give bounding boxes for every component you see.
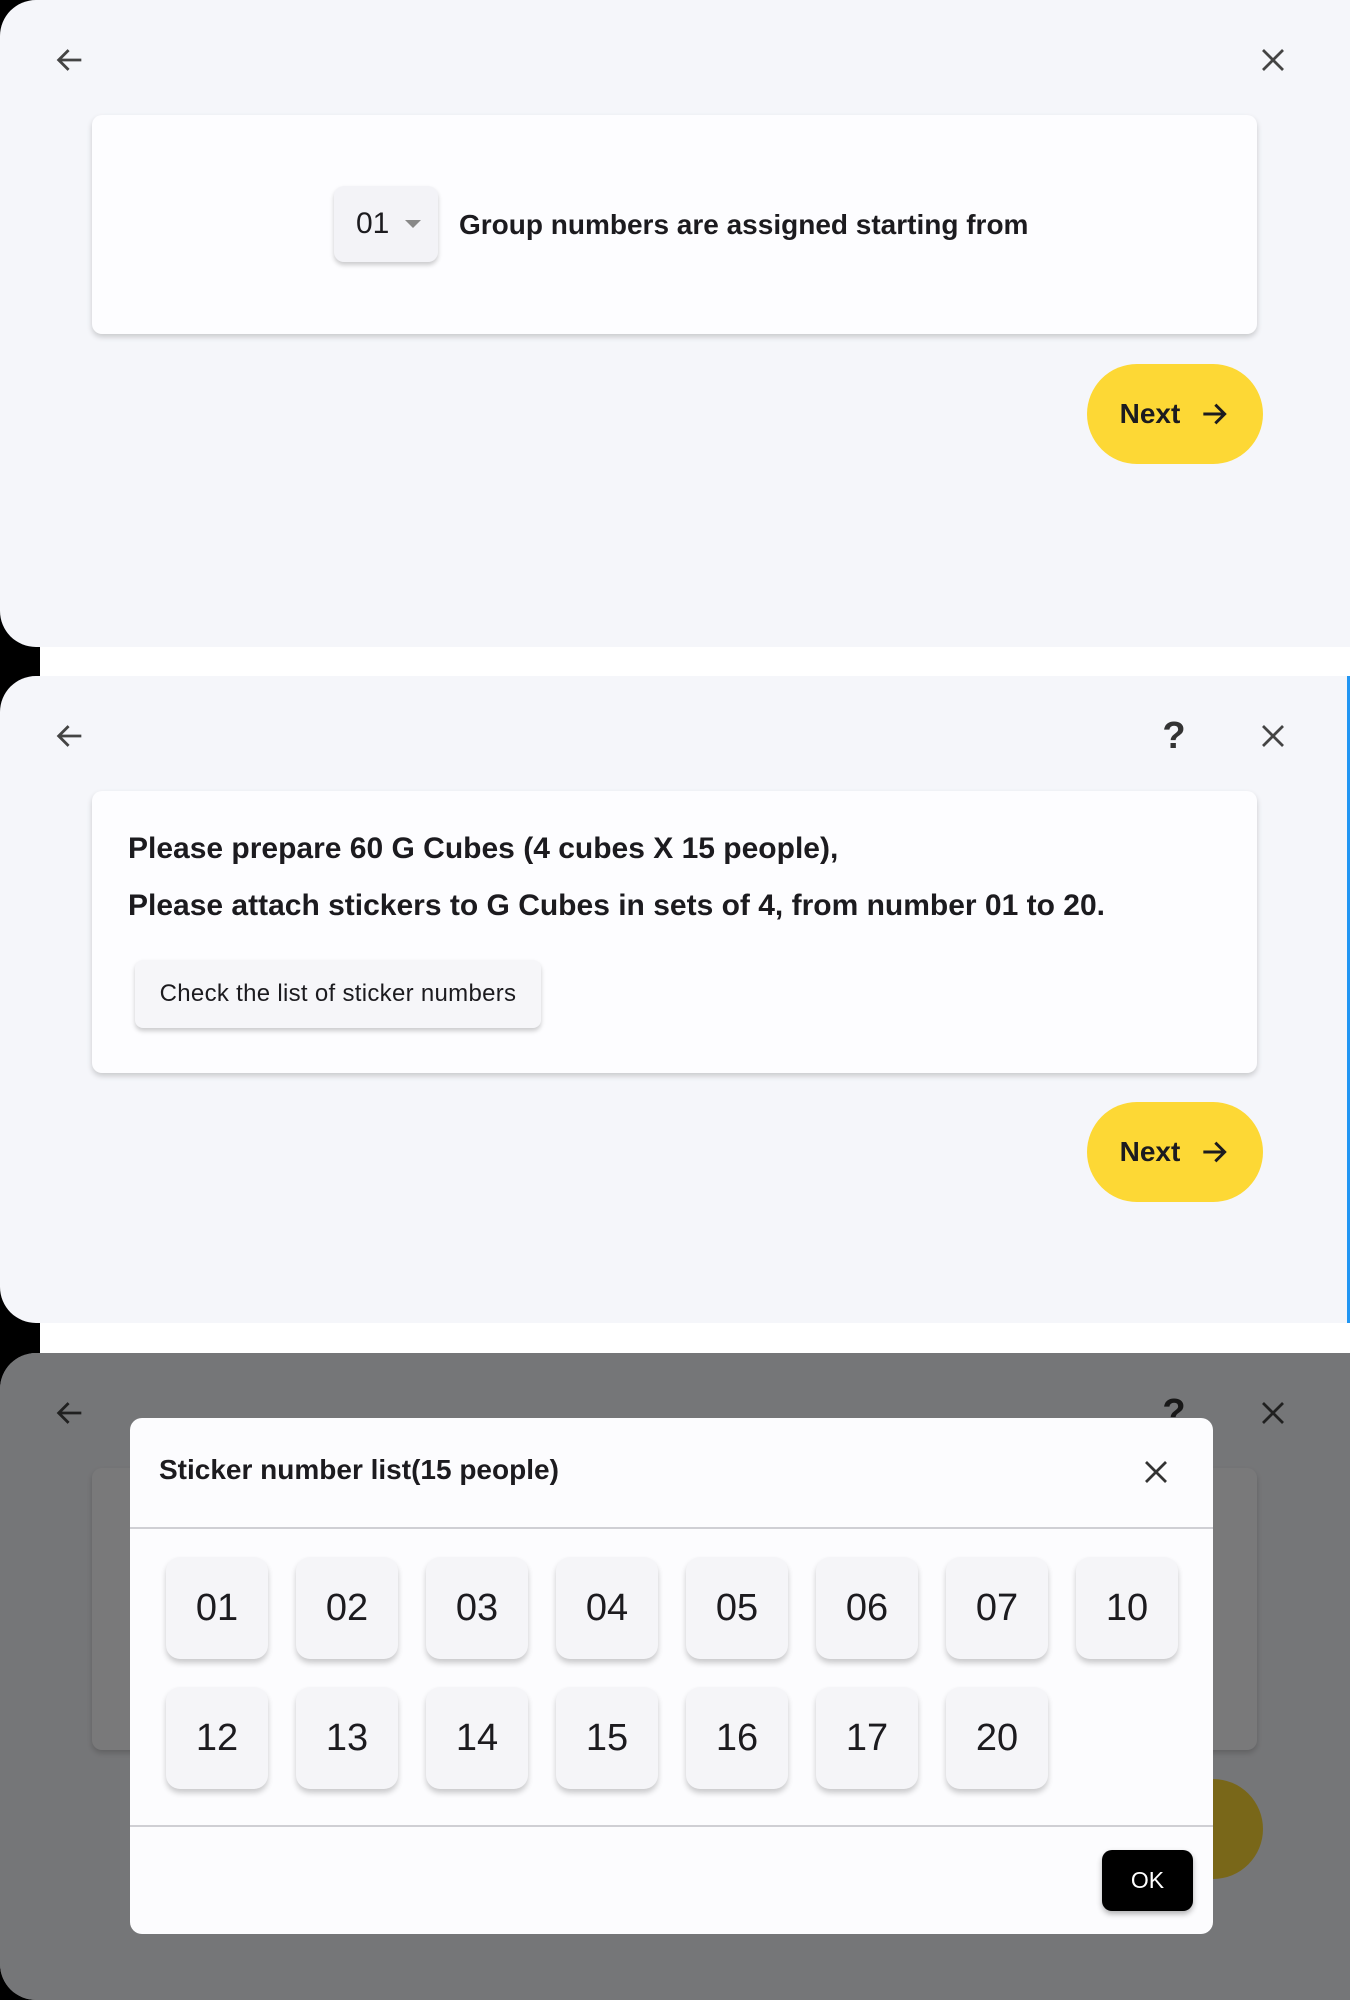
sticker-number-chip[interactable]: 06 bbox=[816, 1557, 918, 1659]
instruction-line-1: Please prepare 60 G Cubes (4 cubes X 15 … bbox=[128, 832, 839, 865]
sticker-number-chip[interactable]: 12 bbox=[166, 1687, 268, 1789]
next-button[interactable]: Next bbox=[1087, 364, 1263, 464]
next-button[interactable]: Next bbox=[1087, 1102, 1263, 1202]
next-label: Next bbox=[1119, 1136, 1181, 1167]
step-prepare-panel: ? Please prepare 60 G Cubes (4 cubes X 1… bbox=[0, 676, 1350, 1323]
sticker-number-chip[interactable]: 02 bbox=[296, 1557, 398, 1659]
sticker-list-panel: ? Sticker number list(15 people) 0102030… bbox=[0, 1353, 1350, 2000]
divider bbox=[130, 1527, 1213, 1529]
sticker-number-chip[interactable]: 05 bbox=[686, 1557, 788, 1659]
sticker-number-chip[interactable]: 14 bbox=[426, 1687, 528, 1789]
sticker-number-grid: 01 02 03 04 05 06 07 10 12 13 14 15 16 17 20 bbox=[166, 1557, 1186, 1789]
sticker-number-chip[interactable]: 07 bbox=[946, 1557, 1048, 1659]
dialog-close-icon[interactable] bbox=[1132, 1448, 1180, 1496]
sticker-number-chip[interactable]: 15 bbox=[556, 1687, 658, 1789]
help-icon[interactable]: ? bbox=[1150, 712, 1198, 760]
next-label: Next bbox=[1119, 398, 1181, 429]
step-group-start-panel: 01 Group numbers are assigned starting f… bbox=[0, 0, 1350, 647]
sticker-number-chip[interactable]: 10 bbox=[1076, 1557, 1178, 1659]
sticker-number-chip[interactable]: 01 bbox=[166, 1557, 268, 1659]
start-number-card: 01 Group numbers are assigned starting f… bbox=[92, 115, 1257, 334]
check-sticker-list-button[interactable]: Check the list of sticker numbers bbox=[135, 960, 541, 1028]
divider bbox=[130, 1825, 1213, 1827]
sticker-number-chip[interactable]: 04 bbox=[556, 1557, 658, 1659]
sticker-list-dialog: Sticker number list(15 people) 01 02 03 04 0… bbox=[130, 1418, 1213, 1934]
ok-button[interactable]: OK bbox=[1102, 1850, 1193, 1911]
sticker-number-chip[interactable]: 13 bbox=[296, 1687, 398, 1789]
instruction-line-2: Please attach stickers to G Cubes in set… bbox=[128, 889, 1105, 922]
sticker-number-chip[interactable]: 17 bbox=[816, 1687, 918, 1789]
sticker-number-chip[interactable]: 20 bbox=[946, 1687, 1048, 1789]
start-number-label: Group numbers are assigned starting from bbox=[459, 209, 1029, 240]
sticker-number-chip[interactable]: 16 bbox=[686, 1687, 788, 1789]
dialog-title: Sticker number list(15 people) bbox=[159, 1454, 559, 1485]
close-icon[interactable] bbox=[1249, 712, 1297, 760]
close-icon[interactable] bbox=[1249, 36, 1297, 84]
back-arrow-icon[interactable] bbox=[46, 36, 94, 84]
sticker-number-chip[interactable]: 03 bbox=[426, 1557, 528, 1659]
start-number-dropdown[interactable]: 01 bbox=[334, 186, 438, 262]
dropdown-arrow-icon bbox=[405, 220, 422, 228]
arrow-right-icon bbox=[1203, 1141, 1228, 1163]
back-arrow-icon[interactable] bbox=[46, 712, 94, 760]
start-number-value: 01 bbox=[356, 207, 390, 240]
arrow-right-icon bbox=[1203, 403, 1228, 425]
prepare-instructions-card: Please prepare 60 G Cubes (4 cubes X 15 … bbox=[92, 791, 1257, 1073]
